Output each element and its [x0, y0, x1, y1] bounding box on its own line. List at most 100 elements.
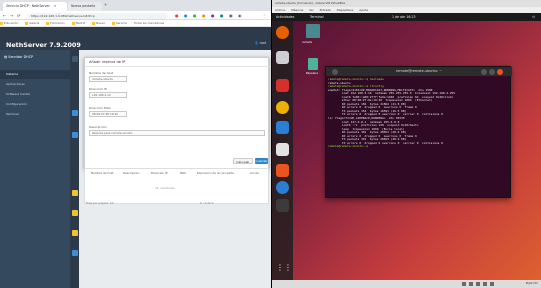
close-icon[interactable]	[497, 68, 503, 75]
module-selector[interactable]: ▤ Servidor DHCP	[4, 55, 66, 62]
cd-icon[interactable]	[469, 282, 473, 286]
close-icon[interactable]: ×	[54, 4, 57, 8]
trash-icon[interactable]	[308, 58, 318, 70]
folder-icon[interactable]	[71, 230, 78, 236]
cancel-button[interactable]: Cancelar	[233, 158, 253, 164]
save-button[interactable]: Guardar	[255, 158, 268, 164]
menu-item[interactable]: Archivo	[275, 8, 285, 12]
mac-label: Dirección MAC	[89, 106, 111, 110]
software-icon[interactable]	[276, 164, 289, 177]
bookmark[interactable]: Galería	[25, 21, 39, 25]
url-input[interactable]: https://192.168.1.9:980/nethserver/#dhcp	[28, 12, 168, 19]
menu-icon[interactable]: ⋮	[262, 13, 266, 18]
bookmark-all[interactable]: Todos los marcadores	[134, 21, 164, 25]
ubuntu-vm-pane: remote-ubuntu [Corriendo] - Oracle VM Vi…	[272, 0, 541, 288]
sidebar-item-aplicaciones[interactable]: Aplicaciones	[0, 80, 70, 89]
writer-icon[interactable]	[276, 121, 289, 134]
reload-icon[interactable]: ⟳	[17, 13, 20, 18]
sidebar: ▤ Servidor DHCP Sistema Aplicaciones Sof…	[0, 50, 70, 288]
power-icon[interactable]: ⏻	[532, 13, 535, 21]
extension-icon[interactable]: ●	[184, 13, 188, 18]
bookmark[interactable]: Educación	[0, 21, 18, 25]
host-key-label: Right Ctrl	[525, 281, 538, 285]
description-field[interactable]: Reserva para remote-ubuntu	[89, 130, 265, 136]
mac-field[interactable]: 08:00:27:9E:19:40	[89, 111, 127, 117]
hdd-icon[interactable]	[462, 282, 466, 286]
extension-icon[interactable]: ●	[211, 13, 215, 18]
settings-icon[interactable]	[71, 250, 78, 256]
app-menu[interactable]: Terminal	[310, 13, 323, 21]
folder-icon[interactable]	[71, 210, 78, 216]
back-icon[interactable]: ←	[3, 13, 6, 18]
menu-item[interactable]: Ver	[309, 8, 314, 12]
folder-icon[interactable]	[71, 190, 78, 196]
menu-item[interactable]: Entrada	[320, 8, 331, 12]
column-header[interactable]: Descripción	[123, 171, 139, 175]
windows-browser-pane: Servicio DHCP · NethServer × Nueva pestañ…	[0, 0, 272, 288]
forward-icon[interactable]: →	[10, 13, 13, 18]
desktop-icon-label: remote	[302, 40, 313, 44]
sidebar-item-terminal[interactable]: Terminal	[0, 110, 70, 119]
column-header[interactable]: Dirección IP	[151, 171, 167, 175]
sidebar-item-software-center[interactable]: Software Center	[0, 90, 70, 99]
help-icon[interactable]	[276, 181, 289, 194]
bookmark[interactable]: Servicio	[111, 21, 127, 25]
rhythmbox-icon[interactable]	[276, 101, 289, 114]
dashboard-icon[interactable]	[71, 56, 78, 62]
sidebar-item-configuracion[interactable]: Configuración	[0, 100, 70, 109]
menu-item[interactable]: Dispositivos	[337, 8, 354, 12]
puzzle-icon[interactable]: ▣	[229, 13, 233, 18]
minimize-icon[interactable]	[481, 68, 487, 75]
extension-icon[interactable]: ●	[193, 13, 197, 18]
column-header[interactable]: Nombre de host	[91, 171, 113, 175]
column-header[interactable]: Acción	[250, 171, 259, 175]
activities-button[interactable]: Actividades	[276, 13, 294, 21]
tab-dhcp[interactable]: Servicio DHCP · NethServer ×	[3, 2, 67, 11]
bookmark[interactable]: Formación	[46, 21, 65, 25]
firefox-icon[interactable]	[276, 26, 289, 39]
home-folder-icon[interactable]	[306, 24, 320, 38]
ubuntu-dock: ⋮⋮	[272, 21, 293, 280]
maximize-icon[interactable]	[489, 68, 495, 75]
column-header[interactable]: MAC	[180, 171, 186, 175]
terminal-tab-icon[interactable]	[332, 68, 338, 75]
virtualbox-titlebar: remote-ubuntu [Corriendo] - Oracle VM Vi…	[272, 0, 541, 7]
clock[interactable]: 1 de abr 16:23	[392, 13, 416, 21]
tab-new[interactable]: Nueva pestaña	[68, 2, 102, 11]
chat-icon[interactable]	[71, 132, 78, 138]
menu-item[interactable]: Ayuda	[359, 8, 368, 12]
extension-icon[interactable]: ●	[202, 13, 206, 18]
column-header[interactable]: Expiración de la concesión	[197, 171, 234, 175]
hostname-field[interactable]: remote-ubuntu	[89, 76, 127, 82]
extension-icon[interactable]: ●	[175, 13, 179, 18]
show-apps-icon[interactable]: ⋮⋮	[276, 263, 292, 276]
new-tab-icon[interactable]: +	[104, 2, 107, 7]
document-icon[interactable]	[276, 143, 289, 156]
app-title: NethServer 7.9.2009	[6, 41, 81, 49]
bookmark[interactable]: Madrid	[71, 21, 85, 25]
empty-table-text: Sin resultados	[155, 186, 175, 190]
address-bar: ← → ⟳ https://192.168.1.9:980/nethserver…	[0, 11, 272, 20]
sidebar-item-sistema[interactable]: Sistema	[0, 70, 70, 79]
network-icon[interactable]	[476, 282, 480, 286]
rows-per-page[interactable]: Filas por página: 10	[86, 201, 113, 205]
profile-icon[interactable]: ◉	[238, 13, 242, 18]
add-reservation-dialog: Añadir reserva de IP Nombre de host remo…	[84, 57, 270, 169]
user-menu[interactable]: 👤 root	[255, 41, 266, 45]
pagination-info: 0 - 0 de 0	[200, 201, 214, 205]
ip-label: Dirección IP	[89, 87, 107, 91]
terminal-window[interactable]: remote@remote-ubuntu: ~ remote@remote-ub…	[325, 66, 512, 198]
files-icon[interactable]	[276, 51, 289, 64]
menu-item[interactable]: Máquina	[291, 8, 303, 12]
ip-field[interactable]: 192.168.2.10	[89, 92, 127, 98]
bookmarks-bar: Educación Galería Formación Madrid Nuevo…	[0, 20, 272, 27]
terminal-output[interactable]: remote@remote-ubuntu:~$ hostname remote-u…	[328, 77, 510, 149]
tab-label: Servicio DHCP · NethServer	[6, 4, 50, 8]
terminal-icon[interactable]	[276, 199, 289, 212]
filezilla-icon[interactable]	[276, 79, 289, 92]
extension-icon[interactable]: ●	[220, 13, 224, 18]
usb-icon[interactable]	[483, 282, 487, 286]
list-icon[interactable]	[71, 110, 78, 116]
shared-folder-icon[interactable]	[490, 282, 494, 286]
bookmark[interactable]: Nuevo	[92, 21, 105, 25]
